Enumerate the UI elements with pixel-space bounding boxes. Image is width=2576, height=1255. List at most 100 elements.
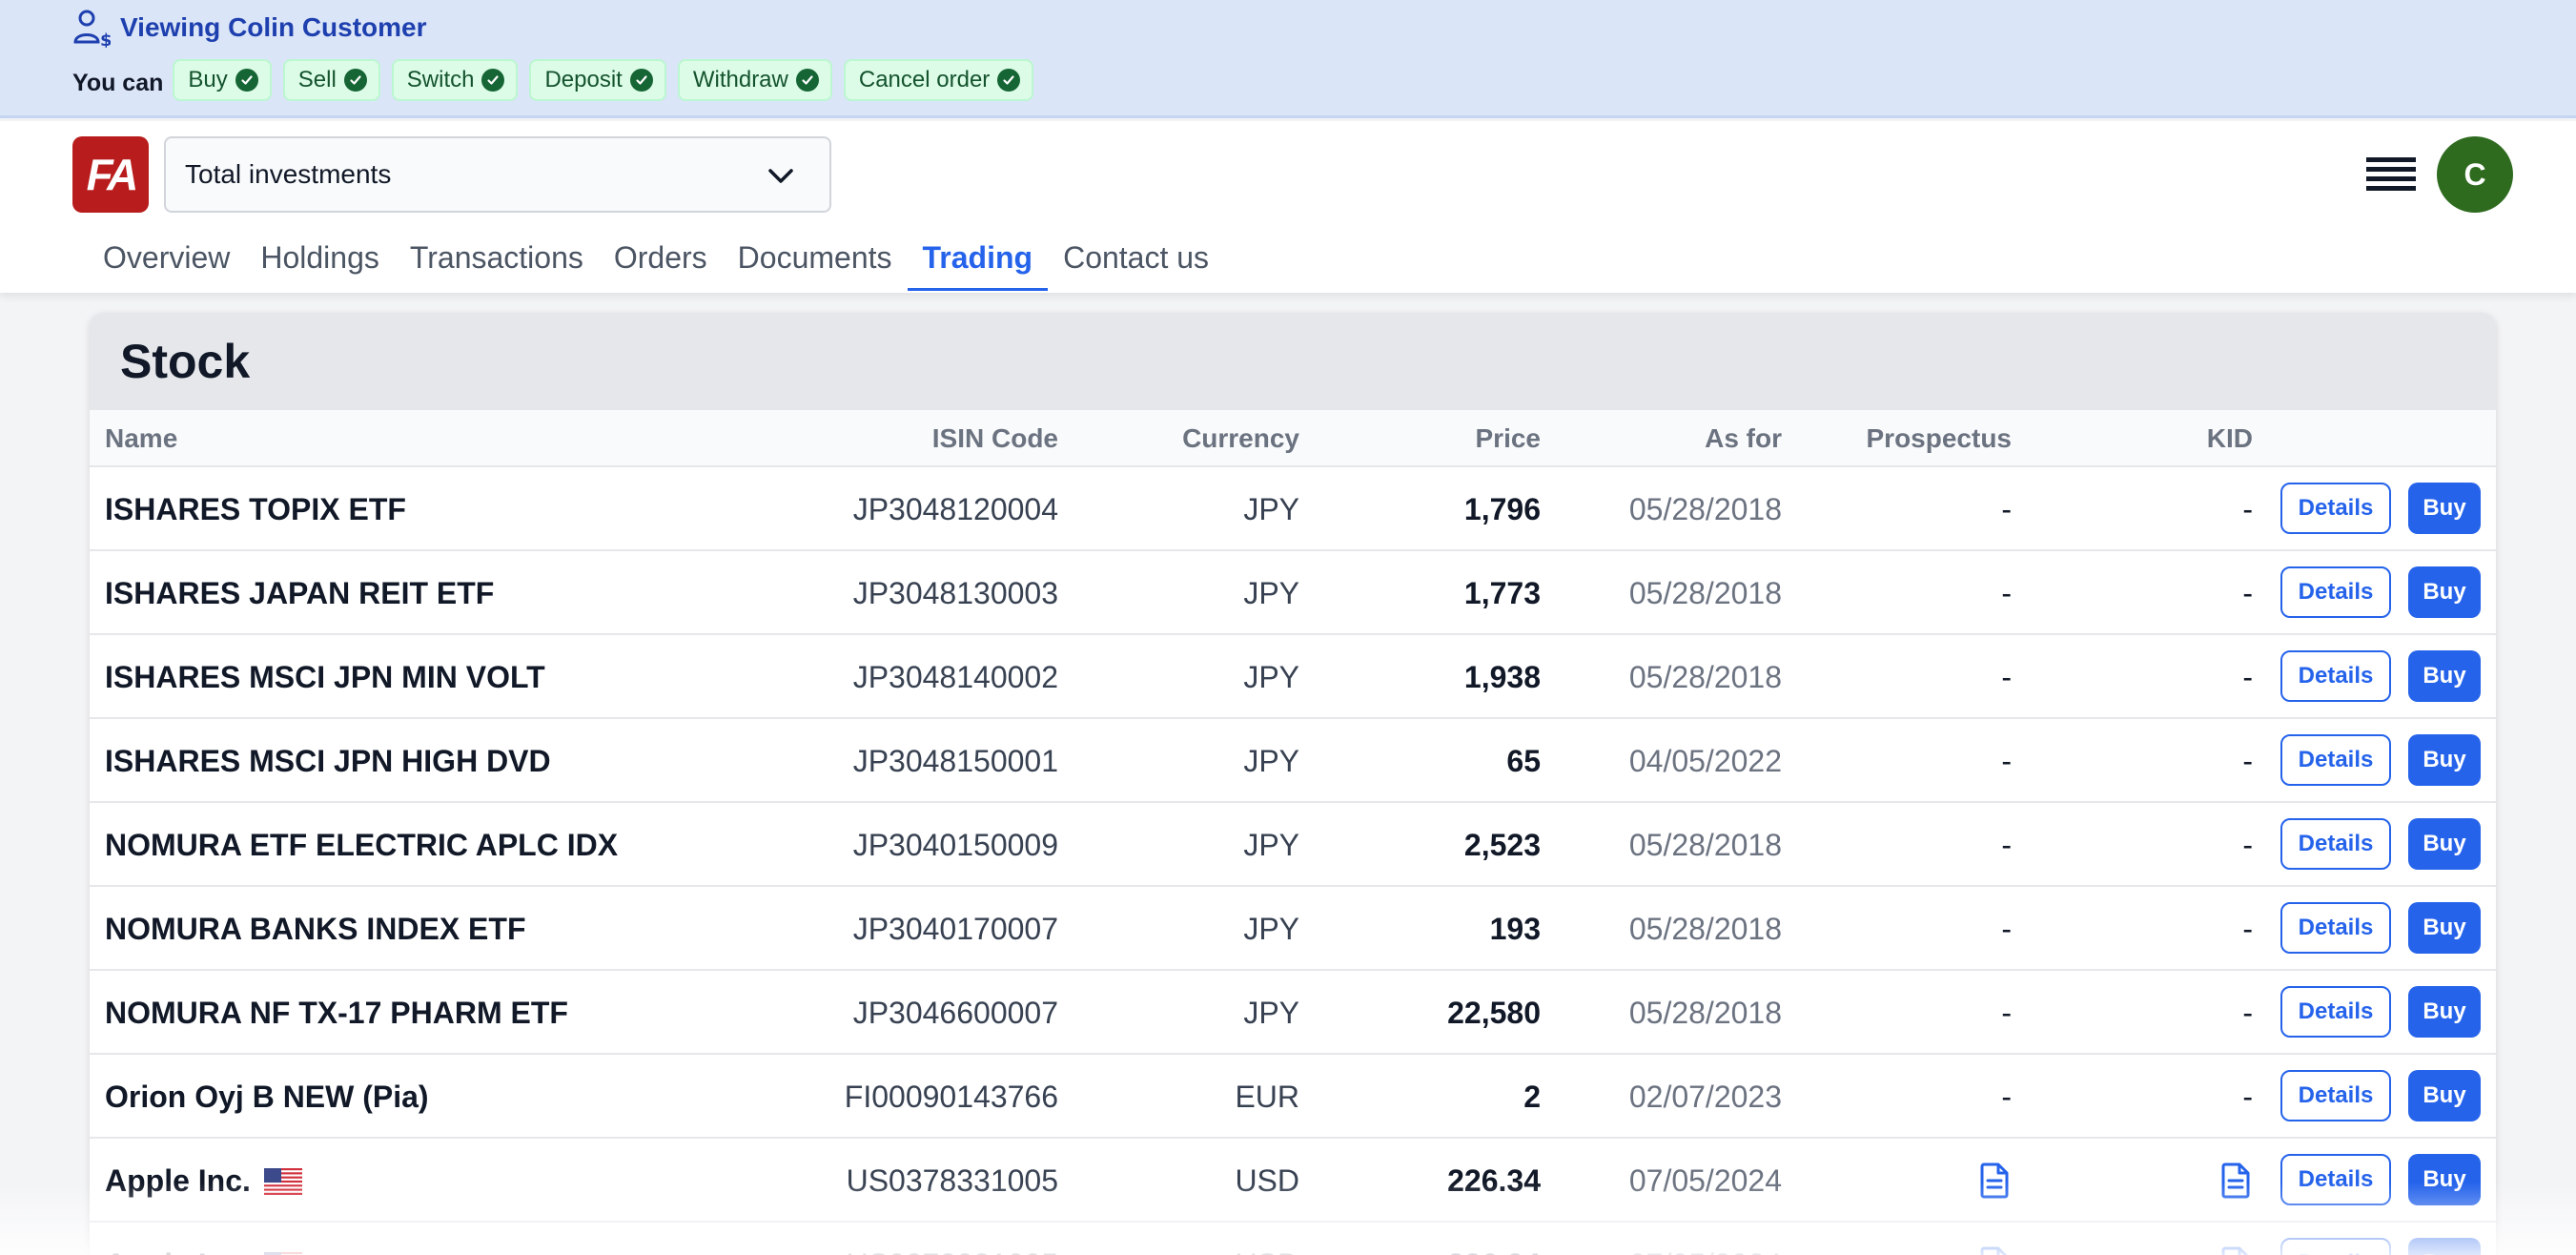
details-button[interactable]: Details — [2280, 734, 2391, 786]
permission-badge: Withdraw — [677, 59, 832, 101]
table-row: ISHARES MSCI JPN HIGH DVD JP3048150001 JPY… — [90, 719, 2496, 803]
table-row: NOMURA NF TX-17 PHARM ETF JP3046600007 JPY… — [90, 971, 2496, 1055]
kid-cell: - — [2242, 1079, 2253, 1114]
instrument-name: ISHARES JAPAN REIT ETF — [105, 575, 495, 610]
col-price: Price — [1475, 423, 1542, 453]
prospectus-cell: - — [2001, 743, 2012, 778]
document-icon[interactable] — [2218, 1245, 2253, 1255]
buy-button[interactable]: Buy — [2408, 566, 2481, 618]
currency-cell: EUR — [1235, 1079, 1299, 1114]
portfolio-select[interactable]: Total investments — [164, 136, 831, 213]
details-button[interactable]: Details — [2280, 902, 2391, 954]
details-button[interactable]: Details — [2280, 1154, 2391, 1205]
instrument-name-cell: ISHARES MSCI JPN MIN VOLT — [105, 635, 545, 719]
details-button[interactable]: Details — [2280, 483, 2391, 534]
prospectus-cell: - — [2001, 911, 2012, 946]
document-icon[interactable] — [2218, 1162, 2253, 1200]
tab-trading[interactable]: Trading — [907, 226, 1049, 291]
instrument-name: NOMURA BANKS INDEX ETF — [105, 911, 526, 946]
as-for-cell: 04/05/2022 — [1628, 743, 1782, 778]
instrument-name-cell: Apple Inc. — [105, 1139, 302, 1223]
prospectus-cell: - — [2001, 491, 2012, 526]
col-currency: Currency — [1182, 423, 1299, 453]
stock-card: Stock Name ISIN Code Currency Price As f… — [90, 313, 2496, 1255]
kid-cell — [2218, 1139, 2253, 1223]
tab-holdings[interactable]: Holdings — [245, 226, 395, 289]
buy-button[interactable]: Buy — [2408, 818, 2481, 870]
instrument-name-cell: Apple Inc. — [105, 1223, 302, 1255]
instrument-name: NOMURA NF TX-17 PHARM ETF — [105, 995, 568, 1030]
prospectus-cell: - — [2001, 1079, 2012, 1114]
instrument-name: ISHARES MSCI JPN MIN VOLT — [105, 659, 545, 694]
instrument-name-cell: ISHARES TOPIX ETF — [105, 467, 406, 551]
tab-contact-us[interactable]: Contact us — [1048, 226, 1224, 289]
as-for-cell: 05/28/2018 — [1628, 995, 1782, 1030]
instrument-name: Apple Inc. — [105, 1247, 251, 1255]
buy-button[interactable]: Buy — [2408, 986, 2481, 1038]
buy-button[interactable]: Buy — [2408, 1154, 2481, 1205]
isin-cell: JP3048130003 — [852, 575, 1058, 610]
table-row: NOMURA ETF ELECTRIC APLC IDX JP3040150009… — [90, 803, 2496, 887]
tab-overview[interactable]: Overview — [88, 226, 245, 289]
buy-button[interactable]: Buy — [2408, 483, 2481, 534]
currency-cell: JPY — [1243, 827, 1299, 862]
check-circle-icon — [343, 69, 367, 92]
isin-cell: FI00090143766 — [844, 1079, 1058, 1114]
buy-button[interactable]: Buy — [2408, 1070, 2481, 1121]
as-for-cell: 07/05/2024 — [1629, 1223, 1782, 1255]
currency-cell: JPY — [1243, 659, 1299, 694]
isin-cell: US0378331005 — [846, 1162, 1058, 1198]
instrument-name: Apple Inc. — [105, 1162, 251, 1198]
instrument-name: NOMURA ETF ELECTRIC APLC IDX — [105, 827, 619, 862]
table-row: ISHARES TOPIX ETF JP3048120004 JPY 1,796 05/… — [90, 467, 2496, 551]
price-cell: 65 — [1506, 743, 1541, 778]
document-icon[interactable] — [1977, 1162, 2012, 1200]
details-button[interactable]: Details — [2280, 566, 2391, 618]
document-icon[interactable] — [1977, 1245, 2012, 1255]
details-button[interactable]: Details — [2280, 986, 2391, 1038]
as-for-cell: 05/28/2018 — [1628, 491, 1782, 526]
check-circle-icon — [235, 69, 258, 92]
buy-button[interactable]: Buy — [2408, 902, 2481, 954]
kid-cell: - — [2242, 491, 2253, 526]
table-header: Name ISIN Code Currency Price As for Pro… — [90, 410, 2496, 467]
details-button[interactable]: Details — [2280, 818, 2391, 870]
tab-transactions[interactable]: Transactions — [395, 226, 599, 289]
buy-button[interactable]: Buy — [2408, 650, 2481, 702]
currency-cell: USD — [1235, 1223, 1299, 1255]
as-for-cell: 05/28/2018 — [1628, 575, 1782, 610]
kid-cell — [2218, 1223, 2253, 1255]
fa-logo[interactable]: FA — [72, 136, 149, 213]
table-row: Apple Inc. US0378331005 USD 226.34 07/05/202… — [90, 1223, 2496, 1255]
permission-badge: Deposit — [529, 59, 666, 101]
check-circle-icon — [997, 69, 1021, 92]
details-button[interactable]: Details — [2280, 1070, 2391, 1121]
details-button[interactable]: Details — [2280, 1238, 2391, 1255]
user-avatar[interactable]: C — [2437, 136, 2513, 213]
instrument-name-cell: NOMURA NF TX-17 PHARM ETF — [105, 971, 568, 1055]
check-circle-icon — [629, 69, 653, 92]
buy-button[interactable]: Buy — [2408, 734, 2481, 786]
col-as-for: As for — [1705, 423, 1782, 453]
permission-label: Switch — [406, 67, 475, 93]
table-row: Orion Oyj B NEW (Pia) FI00090143766 EUR 2 02… — [90, 1055, 2496, 1139]
as-for-cell: 05/28/2018 — [1628, 659, 1782, 694]
instrument-name-cell: Orion Oyj B NEW (Pia) — [105, 1055, 429, 1139]
prospectus-cell: - — [2001, 659, 2012, 694]
isin-cell: JP3048140002 — [852, 659, 1058, 694]
instrument-name-cell: NOMURA ETF ELECTRIC APLC IDX — [105, 803, 618, 887]
permission-label: Buy — [188, 67, 228, 93]
col-prospectus: Prospectus — [1866, 423, 2013, 453]
hamburger-menu-icon[interactable] — [2364, 154, 2418, 195]
details-button[interactable]: Details — [2280, 650, 2391, 702]
you-can-label: You can — [72, 69, 164, 96]
tab-documents[interactable]: Documents — [723, 226, 908, 289]
tab-orders[interactable]: Orders — [599, 226, 723, 289]
price-cell: 1,773 — [1463, 575, 1541, 610]
price-cell: 2,523 — [1463, 827, 1541, 862]
isin-cell: JP3040150009 — [852, 827, 1058, 862]
buy-button[interactable]: Buy — [2408, 1238, 2481, 1255]
kid-cell: - — [2242, 995, 2253, 1030]
currency-cell: JPY — [1243, 911, 1299, 946]
permission-label: Deposit — [544, 67, 623, 93]
